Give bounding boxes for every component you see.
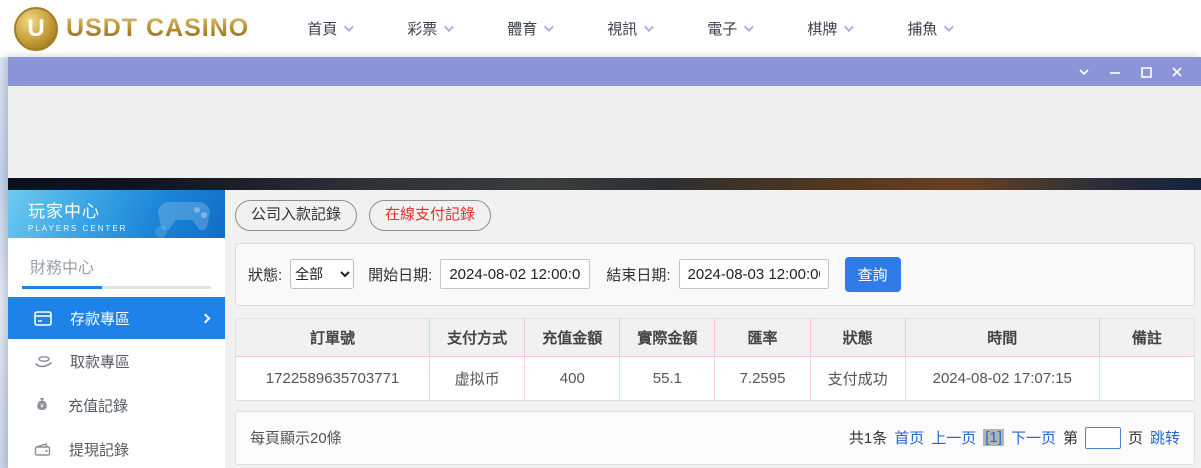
nav-item-chess[interactable]: 棋牌 <box>807 18 851 39</box>
next-page-link[interactable]: 下一页 <box>1011 427 1056 448</box>
cell-remark <box>1099 356 1194 400</box>
chevron-down-icon <box>944 22 954 32</box>
end-date-label: 結束日期: <box>606 264 670 285</box>
window-titlebar <box>8 57 1201 86</box>
nav-item-slots[interactable]: 電子 <box>707 18 751 39</box>
withdraw-hand-icon <box>34 354 52 369</box>
cell-order-number: 1722589635703771 <box>236 356 430 400</box>
section-divider <box>22 286 211 289</box>
chevron-down-icon <box>744 22 754 32</box>
first-page-link[interactable]: 首页 <box>894 427 924 448</box>
nav-item-live[interactable]: 視訊 <box>607 18 651 39</box>
status-label: 狀態: <box>248 264 282 285</box>
logo-text: USDT CASINO <box>66 14 249 43</box>
chevron-down-icon <box>444 22 454 32</box>
sidebar-item-withdraw[interactable]: 取款專區 <box>8 339 225 383</box>
current-page-indicator[interactable]: [1] <box>983 429 1004 446</box>
site-header: U USDT CASINO 首頁 彩票 體育 視訊 電子 棋牌 捕魚 <box>0 0 1201 57</box>
table-footer: 每頁顯示20條 共1条 首页 上一页 [1] 下一页 第 页 跳转 <box>235 411 1195 465</box>
collapse-icon[interactable] <box>1076 64 1092 80</box>
cell-status: 支付成功 <box>810 356 905 400</box>
main-content: 公司入款記錄 在線支付記錄 狀態: 全部 開始日期: 結束日期: 查詢 訂單號 <box>225 190 1201 468</box>
start-date-label: 開始日期: <box>368 264 432 285</box>
col-recharge-amount: 充值金額 <box>525 318 620 356</box>
sidebar-item-deposit[interactable]: 存款專區 <box>8 297 225 339</box>
main-nav: 首頁 彩票 體育 視訊 電子 棋牌 捕魚 <box>307 18 951 39</box>
chevron-down-icon <box>844 22 854 32</box>
cell-exchange-rate: 7.2595 <box>715 356 810 400</box>
pagination: 共1条 首页 上一页 [1] 下一页 第 页 跳转 <box>849 427 1180 449</box>
col-exchange-rate: 匯率 <box>715 318 810 356</box>
logo-coin-icon: U <box>14 7 58 51</box>
prev-page-link[interactable]: 上一页 <box>931 427 976 448</box>
money-bag-icon: ¥ <box>34 397 50 413</box>
record-tabs: 公司入款記錄 在線支付記錄 <box>235 200 1195 231</box>
jump-page-input[interactable] <box>1085 427 1121 449</box>
chevron-down-icon <box>544 22 554 32</box>
jump-suffix-label: 页 <box>1128 427 1143 448</box>
col-actual-amount: 實際金額 <box>620 318 715 356</box>
jump-button[interactable]: 跳转 <box>1150 427 1180 448</box>
cell-payment-method: 虚拟币 <box>430 356 525 400</box>
close-icon[interactable] <box>1169 64 1185 80</box>
tab-company-deposit-records[interactable]: 公司入款記錄 <box>235 200 357 231</box>
minimize-icon[interactable] <box>1107 64 1123 80</box>
nav-item-fishing[interactable]: 捕魚 <box>907 18 951 39</box>
table-header-row: 訂單號 支付方式 充值金額 實際金額 匯率 狀態 時間 備註 <box>236 318 1195 356</box>
col-payment-method: 支付方式 <box>430 318 525 356</box>
chevron-down-icon <box>644 22 654 32</box>
sidebar-item-recharge-records[interactable]: ¥ 充值記錄 <box>8 383 225 427</box>
sidebar: 玩家中心 PLAYERS CENTER 財務中心 存款專區 取款專區 <box>8 190 225 468</box>
total-count: 共1条 <box>849 427 887 448</box>
search-button[interactable]: 查詢 <box>845 257 901 292</box>
nav-item-lottery[interactable]: 彩票 <box>407 18 451 39</box>
players-center-header: 玩家中心 PLAYERS CENTER <box>8 190 225 238</box>
col-remark: 備註 <box>1099 318 1194 356</box>
player-center-window: 玩家中心 PLAYERS CENTER 財務中心 存款專區 取款專區 <box>8 57 1201 468</box>
nav-item-home[interactable]: 首頁 <box>307 18 351 39</box>
maximize-icon[interactable] <box>1138 64 1154 80</box>
status-select[interactable]: 全部 <box>290 259 354 289</box>
banner-placeholder <box>8 86 1201 178</box>
finance-section-label: 財務中心 <box>8 238 225 286</box>
gamepad-icon <box>147 194 217 238</box>
sidebar-item-withdrawal-records[interactable]: 提現記錄 <box>8 427 225 468</box>
col-status: 狀態 <box>810 318 905 356</box>
deposit-card-icon <box>34 311 52 326</box>
filter-bar: 狀態: 全部 開始日期: 結束日期: 查詢 <box>235 243 1195 306</box>
table-row: 1722589635703771 虚拟币 400 55.1 7.2595 支付成… <box>236 356 1195 400</box>
records-table: 訂單號 支付方式 充值金額 實際金額 匯率 狀態 時間 備註 172258963… <box>235 318 1195 401</box>
col-time: 時間 <box>905 318 1099 356</box>
cell-recharge-amount: 400 <box>525 356 620 400</box>
nav-item-sports[interactable]: 體育 <box>507 18 551 39</box>
tab-online-payment-records[interactable]: 在線支付記錄 <box>369 200 491 231</box>
page-background-strip <box>0 57 8 468</box>
wallet-icon <box>34 442 51 457</box>
banner-bottom-edge <box>8 178 1201 190</box>
start-date-input[interactable] <box>440 259 590 289</box>
logo[interactable]: U USDT CASINO <box>14 7 249 51</box>
jump-prefix-label: 第 <box>1063 427 1078 448</box>
chevron-down-icon <box>344 22 354 32</box>
cell-time: 2024-08-02 17:07:15 <box>905 356 1099 400</box>
cell-actual-amount: 55.1 <box>620 356 715 400</box>
col-order-number: 訂單號 <box>236 318 430 356</box>
chevron-right-icon <box>201 313 211 323</box>
page-size-text: 每頁顯示20條 <box>250 427 342 448</box>
end-date-input[interactable] <box>679 259 829 289</box>
